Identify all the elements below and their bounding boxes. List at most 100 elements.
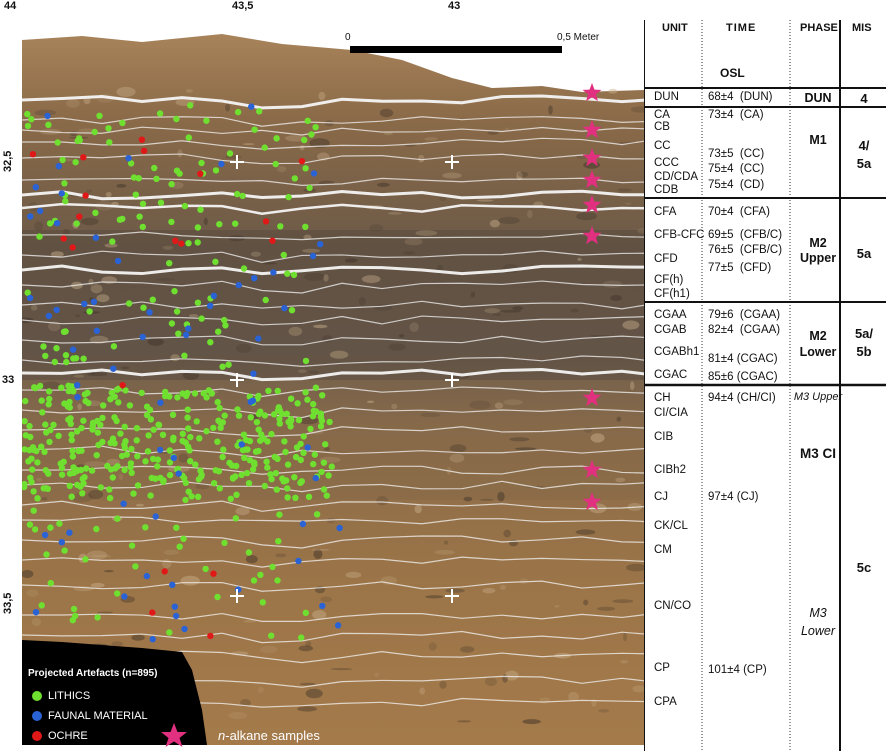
artefact-point xyxy=(310,400,317,408)
artefact-point xyxy=(216,485,223,492)
mis-4-5a-b: 5a xyxy=(856,156,872,171)
artefact-point xyxy=(200,390,207,397)
artefact-point xyxy=(134,482,142,489)
artefact-point xyxy=(81,391,89,398)
artefact-point xyxy=(168,181,175,188)
artefact-point xyxy=(309,252,317,260)
header-osl: OSL xyxy=(720,66,745,80)
artefact-point xyxy=(31,526,39,533)
artefact-point xyxy=(248,103,255,110)
unit-label: CK/CL xyxy=(654,520,688,532)
unit-label: CDB xyxy=(654,184,679,196)
unit-label: CFB-CFC xyxy=(654,229,705,241)
header-time: TIME xyxy=(726,22,757,34)
artefact-point xyxy=(234,108,242,116)
osl-date: 82±4 (CGAA) xyxy=(708,324,781,336)
artefact-point xyxy=(232,473,239,480)
artefact-point xyxy=(114,515,121,522)
artefact-point xyxy=(184,414,191,421)
artefact-point xyxy=(66,529,73,536)
artefact-point xyxy=(77,466,85,474)
artefact-point xyxy=(36,233,43,240)
header-mis: MIS xyxy=(852,22,872,34)
artefact-point xyxy=(257,571,264,579)
artefact-point xyxy=(277,223,284,230)
artefact-point xyxy=(194,224,202,231)
artefact-point xyxy=(151,164,158,172)
artefact-point xyxy=(69,447,76,455)
artefact-point xyxy=(198,315,205,322)
artefact-point xyxy=(75,135,83,142)
artefact-point xyxy=(44,112,51,120)
artefact-point xyxy=(60,235,67,242)
unit-label: CD/CDA xyxy=(654,171,699,183)
artefact-point xyxy=(219,453,226,461)
artefact-point xyxy=(173,524,180,531)
artefact-point xyxy=(45,388,53,395)
artefact-point xyxy=(159,431,167,438)
lithics-dot-icon xyxy=(32,691,42,701)
artefact-point xyxy=(149,296,156,303)
artefact-point xyxy=(182,496,189,504)
artefact-point xyxy=(185,488,192,495)
artefact-point xyxy=(62,197,69,205)
artefact-point xyxy=(138,136,146,143)
unit-label: CA xyxy=(654,109,670,121)
artefact-point xyxy=(153,175,160,182)
artefact-point xyxy=(27,474,34,481)
artefact-point xyxy=(26,446,33,454)
artefact-point xyxy=(251,459,258,466)
artefact-point xyxy=(304,117,311,125)
artefact-point xyxy=(215,328,222,335)
artefact-point xyxy=(123,451,130,458)
phase-dun: DUN xyxy=(804,91,832,105)
artefact-point xyxy=(120,500,127,507)
artefact-point xyxy=(106,139,113,146)
artefact-point xyxy=(170,436,177,444)
artefact-point xyxy=(172,612,180,620)
phase-m1: M1 xyxy=(809,133,827,147)
artefact-point xyxy=(72,159,79,166)
osl-date: 73±5 (CC) xyxy=(708,148,765,160)
artefact-point xyxy=(38,397,45,404)
artefact-point xyxy=(109,474,117,481)
artefact-point xyxy=(80,417,87,424)
artefact-point xyxy=(140,304,147,311)
artefact-point xyxy=(252,448,260,455)
artefact-point xyxy=(295,416,303,424)
artefact-point xyxy=(53,345,60,352)
artefact-point xyxy=(176,543,183,550)
header-phase: PHASE xyxy=(800,22,838,34)
artefact-point xyxy=(168,218,175,226)
artefact-point xyxy=(93,452,100,459)
artefact-point xyxy=(145,432,152,439)
unit-label: CPA xyxy=(654,696,677,708)
artefact-point xyxy=(207,302,214,309)
artefact-point xyxy=(181,352,188,359)
artefact-point xyxy=(281,438,288,445)
artefact-point xyxy=(216,221,223,228)
artefact-point xyxy=(157,399,164,406)
unit-label: CJ xyxy=(654,491,669,503)
artefact-point xyxy=(268,430,275,438)
artefact-point xyxy=(41,448,48,456)
artefact-point xyxy=(215,468,223,475)
artefact-point xyxy=(325,472,332,479)
artefact-point xyxy=(43,429,50,436)
artefact-point xyxy=(288,307,296,314)
artefact-point xyxy=(128,469,135,476)
artefact-point xyxy=(270,269,277,276)
artefact-point xyxy=(225,361,232,368)
artefact-point xyxy=(68,493,75,500)
nalkane-legend-label: n-alkane samples xyxy=(218,728,320,743)
artefact-point xyxy=(175,470,182,477)
unit-label: CI/CIA xyxy=(654,407,688,419)
artefact-point xyxy=(219,419,226,426)
artefact-point xyxy=(276,420,283,427)
osl-date: 97±4 (CJ) xyxy=(708,491,759,503)
artefact-point xyxy=(30,507,37,514)
artefact-point xyxy=(46,438,53,446)
artefact-point xyxy=(119,382,126,389)
artefact-point xyxy=(132,563,139,570)
artefact-point xyxy=(302,165,309,172)
